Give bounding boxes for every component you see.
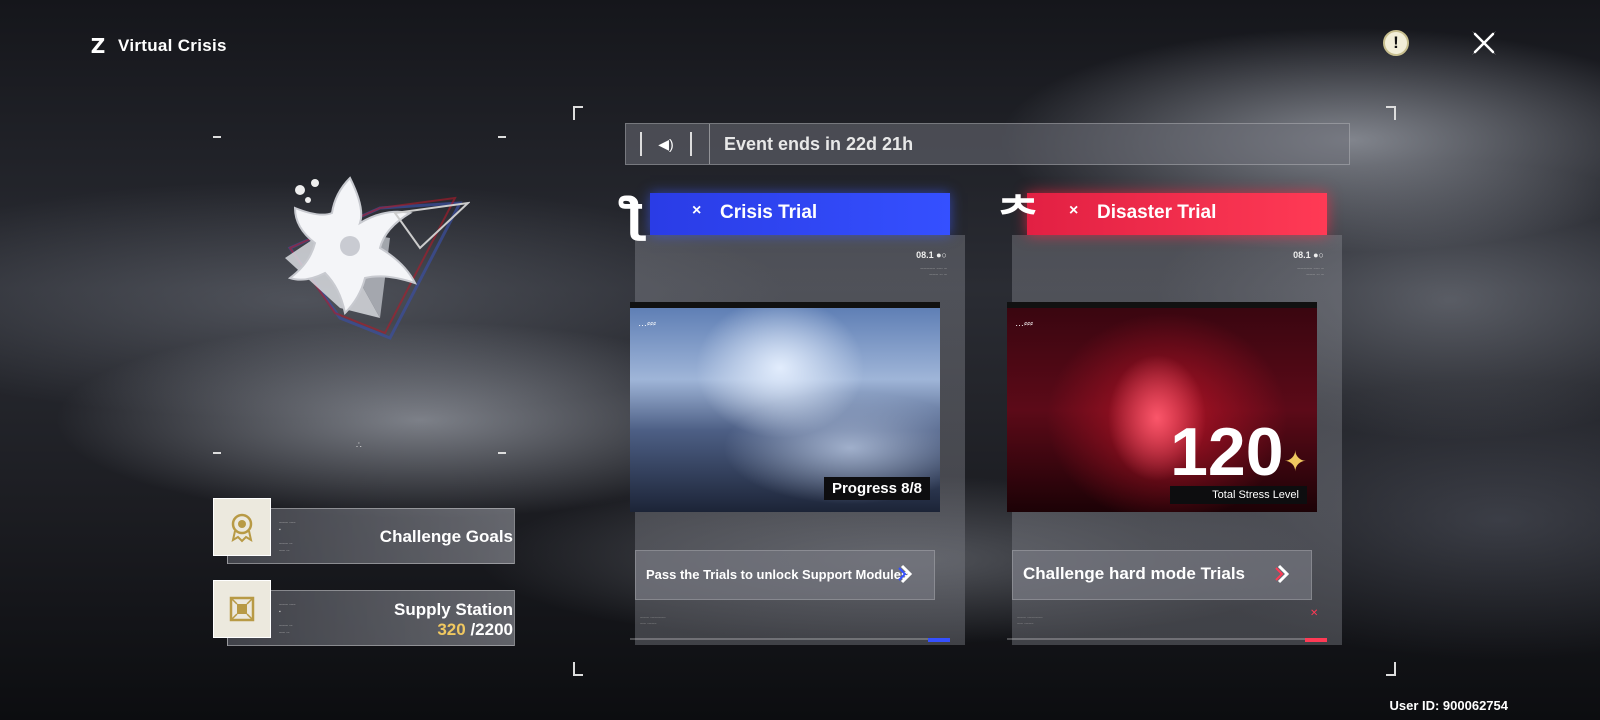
crisis-trial-image: …⸗⸗⸗ Progress 8/8 [630, 302, 940, 512]
supply-station-label: Supply Station [394, 600, 513, 619]
close-button[interactable] [1469, 28, 1499, 58]
decorative-micro-text: ┈┈┈ ┈┈┈┈┈ ┈┈ ┈┈┈ [640, 615, 666, 627]
accent-mark [1305, 638, 1327, 642]
page-title: Virtual Crisis [118, 36, 227, 55]
supply-station-button[interactable]: ┈┈┈ ┈┈ ▪ ┈┈┈ ┈ ┈┈ ┈ Supply Station 320 /220… [213, 580, 515, 646]
disaster-glyph-icon: ᄎ [997, 188, 1040, 242]
virtual-crisis-logo-icon: Z [90, 34, 106, 58]
x-mark: × [692, 202, 702, 219]
decorative-micro-text: ┈┈┈┈┈ ┈┈ ┈ ┈┈┈ ┈ ┈ [1297, 266, 1324, 278]
emblem-corner-mark [213, 136, 221, 138]
supply-station-count: 320 /2200 [394, 620, 513, 640]
crisis-glyph-icon: ƪ [620, 188, 646, 242]
decorative-micro-text: ┈┈┈ ┈┈┈┈┈ ┈┈ ┈┈┈ [1017, 615, 1043, 627]
emblem-corner-mark [498, 452, 506, 454]
x-mark: × [1069, 202, 1079, 219]
image-tag: …⸗⸗⸗ [1015, 318, 1033, 328]
chevron-right-icon [1275, 564, 1290, 584]
cta-label: Challenge hard mode Trials [1023, 564, 1246, 583]
decorative-micro-text: ┈┈┈ ┈┈ ▪ ┈┈┈ ┈ ┈┈ ┈ [279, 520, 296, 554]
unlock-support-modules-button[interactable]: Pass the Trials to unlock Support Module… [635, 550, 935, 600]
event-timer-bar: ◀) Event ends in 22d 21h [625, 123, 1350, 165]
stress-value: 120 [1170, 414, 1284, 490]
trial-code: 08.1 ●○ [916, 250, 947, 260]
medal-icon [213, 498, 271, 556]
card-foot-line [630, 638, 950, 640]
emblem-corner-mark [498, 136, 506, 138]
crisis-trial-title: Crisis Trial [720, 202, 818, 223]
user-id: User ID: 900062754 [1389, 698, 1508, 713]
challenge-goals-button[interactable]: ┈┈┈ ┈┈ ▪ ┈┈┈ ┈ ┈┈ ┈ Challenge Goals [213, 498, 515, 564]
progress-tag: Progress 8/8 [823, 477, 930, 500]
speaker-icon: ◀) [640, 132, 692, 156]
decorative-micro-text: ┈┈┈┈┈ ┈┈ ┈ ┈┈┈ ┈ ┈ [920, 266, 947, 278]
stress-level-display: 120✦ Total Stress Level [1170, 414, 1307, 504]
app-title: Z Virtual Crisis [88, 34, 227, 58]
supply-current: 320 [437, 620, 466, 639]
cta-label: Pass the Trials to unlock Support Module… [646, 567, 909, 582]
trial-code-text: 08.1 [1293, 250, 1311, 260]
supply-crate-icon [213, 580, 271, 638]
panel-bracket [573, 662, 583, 676]
info-button[interactable]: ! [1381, 28, 1411, 58]
crisis-trial-header: ƪ × Crisis Trial [620, 188, 960, 242]
chevron-right-icon [898, 564, 913, 584]
sparkle-star-icon: ✦ [1283, 446, 1307, 477]
card-foot-line [1007, 638, 1327, 640]
close-x-icon [1472, 31, 1496, 55]
exclamation-icon: ! [1383, 30, 1409, 56]
event-ends-text: Event ends in 22d 21h [724, 134, 914, 154]
panel-bracket [573, 106, 583, 120]
supply-total: /2200 [470, 620, 513, 639]
disaster-trial-card[interactable]: ᄎ × Disaster Trial 08.1 ●○ ┈┈┈┈┈ ┈┈ ┈ ┈┈┈… [997, 188, 1342, 655]
crisis-star-emblem-icon [285, 176, 470, 340]
trial-code-text: 08.1 [916, 250, 934, 260]
panel-bracket [1386, 662, 1396, 676]
trial-code: 08.1 ●○ [1293, 250, 1324, 260]
corner-x-icon: ✕ [1310, 608, 1319, 619]
crisis-trial-card[interactable]: ƪ × Crisis Trial 08.1 ●○ ┈┈┈┈┈ ┈┈ ┈ ┈┈┈ ┈… [620, 188, 965, 655]
divider [709, 124, 710, 164]
disaster-trial-image: …⸗⸗⸗ 120✦ Total Stress Level [1007, 302, 1317, 512]
hard-mode-trials-button[interactable]: Challenge hard mode Trials [1012, 550, 1312, 600]
disaster-trial-header: ᄎ × Disaster Trial [997, 188, 1337, 242]
emblem-corner-mark [213, 452, 221, 454]
accent-mark [928, 638, 950, 642]
disaster-trial-title: Disaster Trial [1097, 202, 1217, 223]
supply-station-label-group: Supply Station 320 /2200 [394, 600, 513, 640]
decorative-micro-text: ┈┈┈ ┈┈ ▪ ┈┈┈ ┈ ┈┈ ┈ [279, 602, 296, 636]
panel-bracket [1386, 106, 1396, 120]
emblem-dots: ∴ [356, 440, 362, 450]
image-tag: …⸗⸗⸗ [638, 318, 656, 328]
challenge-goals-label: Challenge Goals [379, 527, 513, 546]
